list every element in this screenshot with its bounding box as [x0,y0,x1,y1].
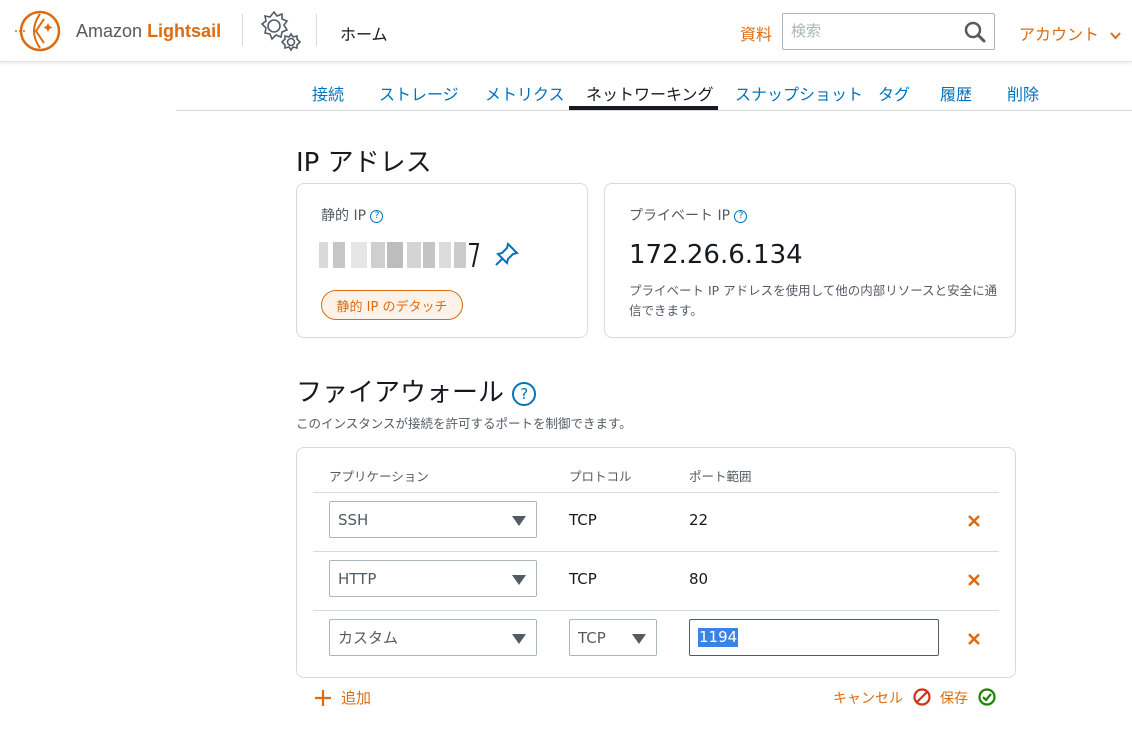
search-input[interactable] [783,14,953,48]
cancel-label: キャンセル [833,691,903,707]
application-value: SSH [338,510,369,529]
tab-delete[interactable]: 削除 [1007,81,1039,105]
brand-name[interactable]: Amazon Lightsail [76,21,221,42]
detach-static-ip-button[interactable]: 静的 IP のデタッチ [321,290,463,320]
private-ip-value: 172.26.6.134 [629,240,803,270]
tab-networking[interactable]: ネットワーキング [586,81,714,105]
tab-tags[interactable]: タグ [878,81,910,105]
row-divider [313,551,999,552]
firewall-description: このインスタンスが接続を許可するポートを制御できます。 [296,416,632,431]
checkmark-circle-icon [978,688,997,706]
settings-gear-icon[interactable] [254,8,304,54]
brand-bold: Lightsail [147,21,222,41]
protocol-select[interactable]: TCP [569,619,657,656]
save-button[interactable]: 保存 [940,688,997,708]
account-menu[interactable]: アカウント [1019,21,1121,45]
tab-history[interactable]: 履歴 [940,81,972,105]
static-ip-redacted-value [319,242,479,268]
search-box[interactable] [782,13,995,50]
remove-rule-icon[interactable] [967,573,981,587]
dropdown-arrow-icon [512,575,526,585]
plus-icon [315,689,331,706]
static-ip-label: 静的 IP ? [321,205,384,225]
port-value: 80 [689,570,709,588]
private-ip-label: プライベート IP ? [629,205,748,225]
tab-snapshots[interactable]: スナップショット [735,81,863,105]
help-icon[interactable]: ? [512,381,537,406]
private-ip-label-text: プライベート IP [629,208,731,224]
add-rule-button[interactable]: 追加 [314,687,371,708]
cancel-button[interactable]: キャンセル [833,688,932,708]
help-icon[interactable]: ? [370,209,384,223]
lightsail-logo-icon[interactable] [14,9,66,53]
search-icon[interactable] [964,21,986,43]
pin-icon[interactable] [493,240,521,268]
top-navigation-bar: Amazon Lightsail ホーム 資料 アカウント [0,0,1132,62]
protocol-value: TCP [569,511,597,529]
port-range-input[interactable]: 1194 [689,619,939,656]
application-value: HTTP [338,569,377,588]
tab-metrics[interactable]: メトリクス [485,81,565,105]
application-select[interactable]: HTTP [329,560,537,597]
private-ip-card: プライベート IP ? 172.26.6.134 プライベート IP アドレスを… [604,183,1016,338]
account-label: アカウント [1019,25,1100,44]
tab-storage[interactable]: ストレージ [379,81,459,105]
brand-plain: Amazon [76,21,143,41]
add-rule-label: 追加 [341,689,372,707]
cancel-icon [913,688,932,706]
column-header-port-range: ポート範囲 [689,469,752,484]
application-select[interactable]: カスタム [329,619,537,656]
column-header-application: アプリケーション [329,469,429,484]
application-value: カスタム [338,629,399,647]
divider [242,14,243,46]
divider [316,14,317,46]
remove-rule-icon[interactable] [967,632,981,646]
port-range-selected-text: 1194 [698,628,739,647]
firewall-rules-table: アプリケーション プロトコル ポート範囲 SSH TCP 22 HTTP TCP… [296,447,1016,678]
firewall-title-text: ファイアウォール [296,378,505,408]
documentation-link[interactable]: 資料 [740,21,772,45]
protocol-value: TCP [578,628,606,647]
port-value: 22 [689,511,709,529]
dropdown-arrow-icon [512,634,526,644]
remove-rule-icon[interactable] [967,514,981,528]
static-ip-label-text: 静的 IP [321,208,367,224]
ip-section-title: IP アドレス [296,148,432,178]
static-ip-card: 静的 IP ? 静的 IP のデタッチ [296,183,588,338]
dropdown-arrow-icon [632,634,646,644]
protocol-value: TCP [569,570,597,588]
home-link[interactable]: ホーム [340,21,388,45]
help-icon[interactable]: ? [734,209,748,223]
dropdown-arrow-icon [512,516,526,526]
firewall-title: ファイアウォール ? [296,372,537,409]
application-select[interactable]: SSH [329,501,537,538]
active-tab-indicator [569,106,718,110]
tab-connect[interactable]: 接続 [312,81,344,105]
private-ip-description: プライベート IP アドレスを使用して他の内部リソースと安全に通信できます。 [629,283,998,318]
row-divider [313,492,999,493]
row-divider [313,610,999,611]
column-header-protocol: プロトコル [569,469,632,484]
chevron-down-icon [1110,32,1121,40]
save-label: 保存 [940,691,968,707]
